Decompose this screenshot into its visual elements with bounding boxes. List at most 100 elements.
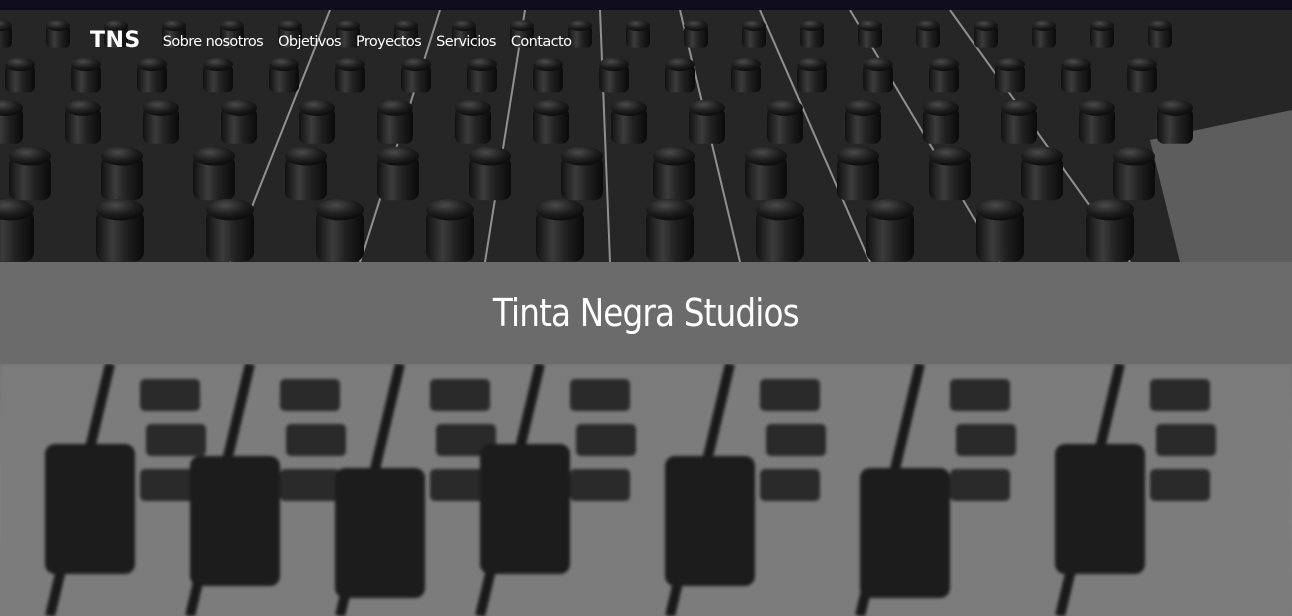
knob-top-decoration bbox=[837, 146, 879, 166]
knob-top-decoration bbox=[536, 198, 584, 221]
console-button-decoration bbox=[146, 424, 206, 456]
console-button-decoration bbox=[280, 469, 340, 501]
knob-top-decoration bbox=[9, 146, 51, 166]
knob-top-decoration bbox=[653, 146, 695, 166]
knob-top-decoration bbox=[46, 20, 70, 31]
console-button-decoration bbox=[280, 379, 340, 411]
nav-link-contacto[interactable]: Contacto bbox=[511, 34, 572, 50]
knob-top-decoration bbox=[1079, 99, 1115, 116]
console-button-decoration bbox=[950, 469, 1010, 501]
knob-top-decoration bbox=[756, 198, 804, 221]
knob-top-decoration bbox=[626, 20, 650, 31]
knob-top-decoration bbox=[929, 57, 959, 72]
knob-top-decoration bbox=[995, 57, 1025, 72]
console-button-decoration bbox=[760, 379, 820, 411]
console-button-decoration bbox=[1150, 469, 1210, 501]
knob-top-decoration bbox=[71, 57, 101, 72]
knob-top-decoration bbox=[611, 99, 647, 116]
knob-top-decoration bbox=[684, 20, 708, 31]
knob-top-decoration bbox=[866, 198, 914, 221]
knob-top-decoration bbox=[863, 57, 893, 72]
main-navbar: TNS Sobre nosotros Objetivos Proyectos S… bbox=[90, 28, 572, 53]
knob-top-decoration bbox=[469, 146, 511, 166]
knob-top-decoration bbox=[533, 99, 569, 116]
knob-top-decoration bbox=[269, 57, 299, 72]
nav-link-sobre-nosotros[interactable]: Sobre nosotros bbox=[163, 34, 264, 50]
knob-top-decoration bbox=[1001, 99, 1037, 116]
knob-top-decoration bbox=[1086, 198, 1134, 221]
fader-cap-decoration bbox=[860, 468, 950, 598]
knob-top-decoration bbox=[426, 198, 474, 221]
fader-cap-decoration bbox=[335, 468, 425, 598]
nav-link-objetivos[interactable]: Objetivos bbox=[278, 34, 341, 50]
console-button-decoration bbox=[576, 424, 636, 456]
fader-cap-decoration bbox=[190, 456, 280, 586]
knob-top-decoration bbox=[316, 198, 364, 221]
fader-cap-decoration bbox=[1055, 444, 1145, 574]
nav-link-proyectos[interactable]: Proyectos bbox=[356, 34, 422, 50]
console-button-decoration bbox=[140, 379, 200, 411]
knob-top-decoration bbox=[916, 20, 940, 31]
brand-logo[interactable]: TNS bbox=[90, 28, 141, 53]
knob-top-decoration bbox=[1061, 57, 1091, 72]
nav-item: Sobre nosotros bbox=[163, 31, 264, 50]
knob-top-decoration bbox=[1127, 57, 1157, 72]
console-button-decoration bbox=[950, 379, 1010, 411]
knob-top-decoration bbox=[858, 20, 882, 31]
console-button-decoration bbox=[1150, 379, 1210, 411]
mixer-faders-illustration bbox=[0, 364, 1292, 616]
knob-top-decoration bbox=[5, 57, 35, 72]
knob-top-decoration bbox=[299, 99, 335, 116]
knob-top-decoration bbox=[689, 99, 725, 116]
knob-top-decoration bbox=[929, 146, 971, 166]
knob-top-decoration bbox=[1090, 20, 1114, 31]
nav-item: Contacto bbox=[511, 31, 572, 50]
console-button-decoration bbox=[760, 469, 820, 501]
knob-top-decoration bbox=[203, 57, 233, 72]
knob-top-decoration bbox=[1148, 20, 1172, 31]
knob-top-decoration bbox=[285, 146, 327, 166]
console-button-decoration bbox=[570, 379, 630, 411]
hero-title: Tinta Negra Studios bbox=[493, 291, 800, 335]
console-button-decoration bbox=[766, 424, 826, 456]
hero-image-faders bbox=[0, 364, 1292, 616]
fader-cap-decoration bbox=[480, 444, 570, 574]
knob-top-decoration bbox=[742, 20, 766, 31]
knob-top-decoration bbox=[561, 146, 603, 166]
knob-top-decoration bbox=[65, 99, 101, 116]
knob-top-decoration bbox=[193, 146, 235, 166]
knob-top-decoration bbox=[533, 57, 563, 72]
knob-top-decoration bbox=[974, 20, 998, 31]
console-button-decoration bbox=[286, 424, 346, 456]
hero-title-band: Tinta Negra Studios bbox=[0, 262, 1292, 364]
knob-top-decoration bbox=[568, 20, 592, 31]
knob-top-decoration bbox=[1113, 146, 1155, 166]
console-button-decoration bbox=[430, 379, 490, 411]
fader-cap-decoration bbox=[665, 456, 755, 586]
console-button-decoration bbox=[1156, 424, 1216, 456]
knob-top-decoration bbox=[101, 146, 143, 166]
top-bar bbox=[0, 0, 1292, 10]
knob-top-decoration bbox=[767, 99, 803, 116]
console-button-decoration bbox=[570, 469, 630, 501]
knob-top-decoration bbox=[646, 198, 694, 221]
nav-item: Objetivos bbox=[278, 31, 341, 50]
knob-top-decoration bbox=[745, 146, 787, 166]
knob-top-decoration bbox=[923, 99, 959, 116]
knob-top-decoration bbox=[599, 57, 629, 72]
knob-top-decoration bbox=[1021, 146, 1063, 166]
knob-top-decoration bbox=[976, 198, 1024, 221]
knob-top-decoration bbox=[455, 99, 491, 116]
knob-top-decoration bbox=[467, 57, 497, 72]
knob-top-decoration bbox=[665, 57, 695, 72]
knob-top-decoration bbox=[221, 99, 257, 116]
knob-top-decoration bbox=[137, 57, 167, 72]
knob-top-decoration bbox=[797, 57, 827, 72]
nav-link-servicios[interactable]: Servicios bbox=[436, 34, 496, 50]
knob-top-decoration bbox=[1157, 99, 1193, 116]
knob-top-decoration bbox=[800, 20, 824, 31]
console-button-decoration bbox=[956, 424, 1016, 456]
knob-top-decoration bbox=[1032, 20, 1056, 31]
fader-cap-decoration bbox=[45, 444, 135, 574]
knob-top-decoration bbox=[143, 99, 179, 116]
